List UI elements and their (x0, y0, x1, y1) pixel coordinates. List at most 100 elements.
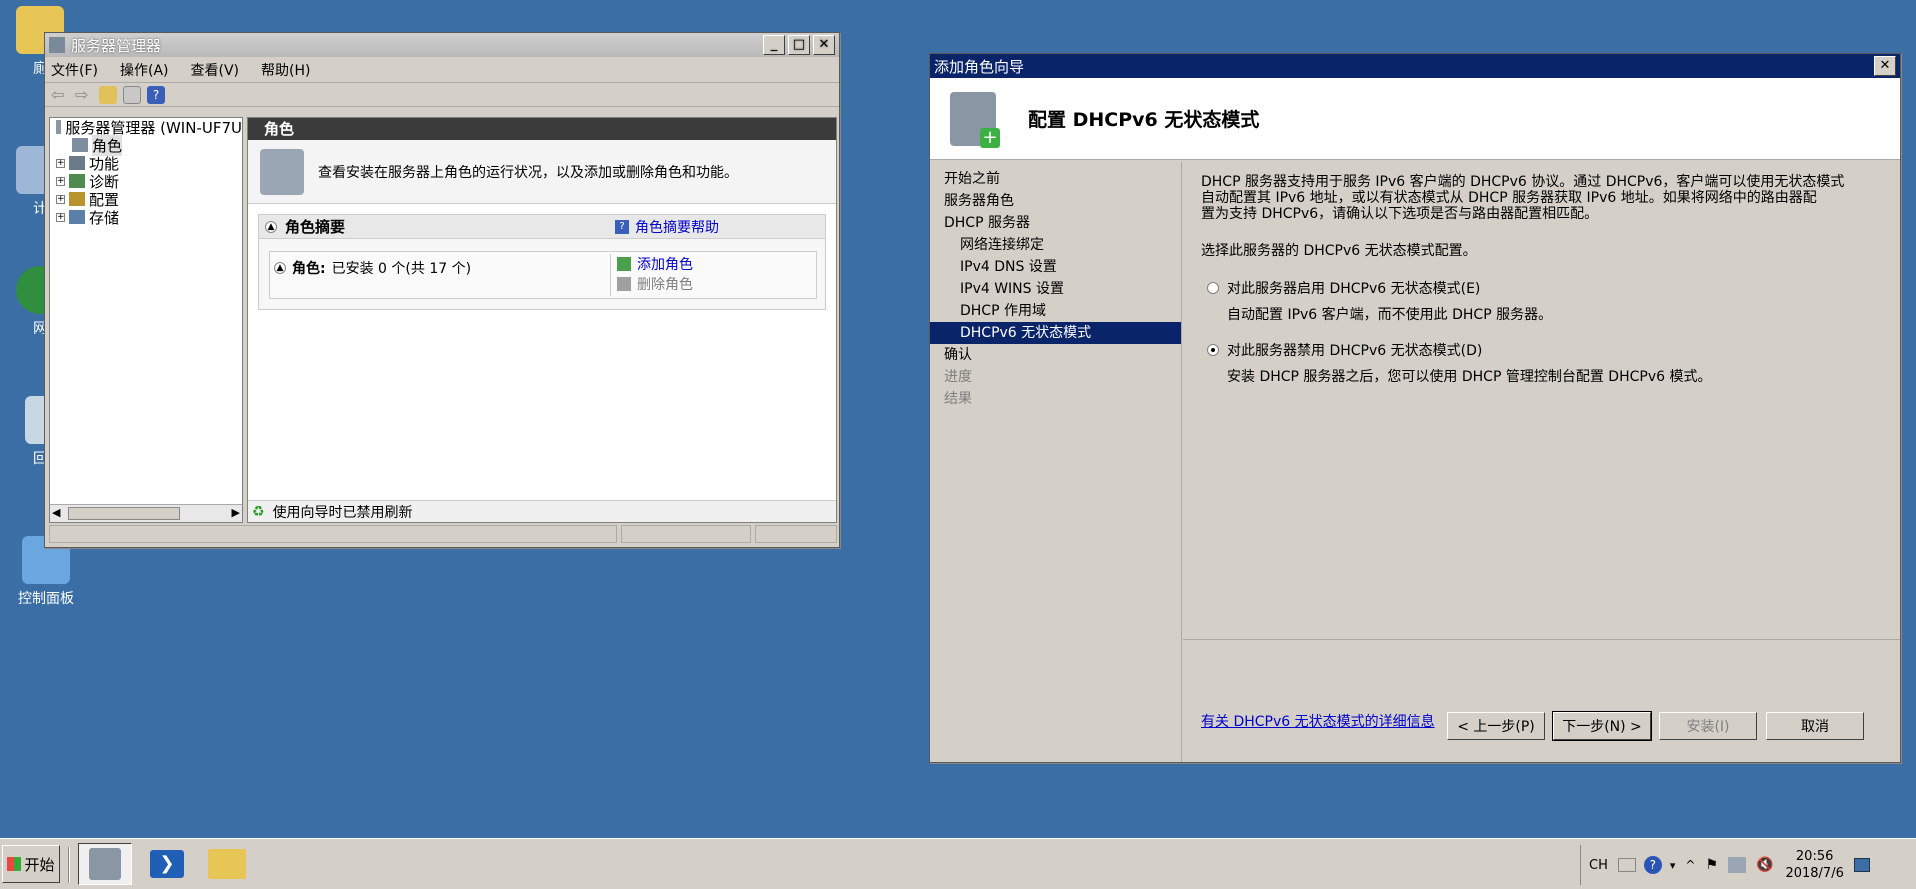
more-info-link[interactable]: 有关 DHCPv6 无状态模式的详细信息 (1201, 711, 1435, 731)
maximize-button[interactable]: □ (788, 35, 810, 55)
wizard-nav-label: DHCP 作用域 (960, 303, 1046, 319)
volume-icon[interactable]: 🔇 (1756, 857, 1773, 873)
refresh-icon: ♻ (252, 503, 265, 520)
wizard-header: + 配置 DHCPv6 无状态模式 (930, 78, 1900, 160)
close-button[interactable]: ✕ (1874, 56, 1896, 76)
tree-item-storage[interactable]: + 存储 (50, 208, 242, 227)
menu-help[interactable]: 帮助(H) (261, 60, 310, 80)
help-icon[interactable]: ? (1643, 856, 1662, 874)
back-icon[interactable]: ⇦ (51, 85, 69, 104)
wizard-nav-label: IPv4 DNS 设置 (960, 259, 1057, 275)
status-cell (49, 525, 617, 543)
scroll-right-icon[interactable]: ▶ (232, 506, 240, 519)
wizard-nav-item[interactable]: 服务器角色 (930, 190, 1181, 212)
tree-item-configuration[interactable]: + 配置 (50, 190, 242, 209)
wizard-nav-item[interactable]: DHCP 作用域 (930, 300, 1181, 322)
option-enable-row[interactable]: 对此服务器启用 DHCPv6 无状态模式(E) (1201, 278, 1882, 298)
tree-item-label: 存储 (89, 208, 120, 227)
expand-icon[interactable]: + (56, 176, 65, 186)
wizard-nav-item[interactable]: IPv4 WINS 设置 (930, 278, 1181, 300)
expand-icon[interactable]: + (56, 212, 65, 222)
wizard-nav-label: 开始之前 (944, 171, 1000, 187)
add-roles-link[interactable]: 添加角色 (637, 254, 693, 274)
forward-icon[interactable]: ⇨ (75, 85, 93, 104)
option-disable-label[interactable]: 对此服务器禁用 DHCPv6 无状态模式(D) (1227, 340, 1482, 360)
tree-item-roles[interactable]: 角色 (50, 134, 242, 156)
server-manager-icon (56, 120, 62, 134)
clock[interactable]: 20:56 2018/7/6 (1785, 848, 1843, 882)
server-manager-titlebar[interactable]: 服务器管理器 _ □ ✕ (45, 33, 839, 57)
collapse-icon[interactable]: ▲ (274, 262, 286, 274)
tree-item-features[interactable]: + 功能 (50, 154, 242, 173)
wizard-content: DHCP 服务器支持用于服务 IPv6 客户端的 DHCPv6 协议。通过 DH… (1183, 162, 1900, 730)
wizard-nav-label: IPv4 WINS 设置 (960, 281, 1064, 297)
taskbar-server-manager[interactable] (78, 843, 132, 885)
next-button[interactable]: 下一步(N) > (1552, 711, 1652, 741)
expand-icon[interactable]: + (56, 158, 65, 168)
powershell-icon: ❯ (150, 850, 184, 878)
menu-action[interactable]: 操作(A) (120, 60, 169, 80)
wizard-nav-item[interactable]: 网络连接绑定 (930, 234, 1181, 256)
show-hide-tree-icon[interactable] (123, 85, 141, 104)
help-icon: ? (615, 219, 629, 234)
minimize-button[interactable]: _ (763, 35, 785, 55)
wizard-nav-label: 服务器角色 (944, 193, 1014, 209)
up-folder-icon[interactable] (99, 85, 117, 104)
features-icon (69, 156, 85, 170)
panel-header: 角色 (248, 118, 836, 140)
close-button[interactable]: ✕ (813, 35, 835, 55)
storage-icon (69, 210, 85, 224)
help-icon[interactable]: ? (147, 85, 165, 104)
wizard-nav-item[interactable]: 确认 (930, 344, 1181, 366)
menu-file[interactable]: 文件(F) (51, 60, 98, 80)
status-cell (755, 525, 837, 543)
options-icon[interactable]: ▾ (1670, 859, 1676, 872)
panel-header-title: 角色 (264, 120, 295, 138)
menu-view[interactable]: 查看(V) (191, 60, 240, 80)
option-disable-radio[interactable] (1207, 344, 1219, 356)
roles-summary-help-link[interactable]: 角色摘要帮助 (635, 217, 719, 237)
start-button[interactable]: 开始 (2, 845, 60, 883)
tree-item-diagnostics[interactable]: + 诊断 (50, 172, 242, 191)
show-desktop-icon[interactable] (1853, 858, 1870, 872)
windows-logo-icon (7, 857, 22, 871)
expand-icon[interactable]: + (56, 194, 65, 204)
wizard-nav-item[interactable]: IPv4 DNS 设置 (930, 256, 1181, 278)
wizard-nav-item[interactable]: DHCPv6 无状态模式 (930, 322, 1181, 344)
flag-icon[interactable]: ⚑ (1705, 857, 1718, 873)
wizard-nav-item[interactable]: DHCP 服务器 (930, 212, 1181, 234)
option-enable-radio[interactable] (1207, 282, 1219, 294)
keyboard-icon[interactable] (1617, 858, 1636, 872)
navigation-tree: 服务器管理器 (WIN-UF7U 角色 + 功能 + 诊断 + 配置 + 存储 … (49, 117, 243, 523)
back-button[interactable]: < 上一步(P) (1447, 712, 1545, 740)
show-hidden-icons[interactable]: ^ (1685, 858, 1695, 872)
server-role-add-icon: + (950, 91, 1000, 148)
option-disable-row[interactable]: 对此服务器禁用 DHCPv6 无状态模式(D) (1201, 340, 1882, 360)
horizontal-scrollbar[interactable]: ◀ ▶ (50, 504, 242, 522)
add-roles-action[interactable]: 添加角色 (617, 254, 814, 274)
wizard-nav-item: 进度 (930, 366, 1181, 388)
remove-roles-icon (617, 277, 631, 291)
wizard-nav-label: 结果 (944, 391, 972, 407)
cancel-button[interactable]: 取消 (1766, 712, 1864, 740)
roles-actions: 添加角色 删除角色 (610, 254, 814, 296)
collapse-icon[interactable]: ▲ (265, 220, 277, 233)
taskbar-divider (68, 847, 70, 883)
scrollbar-thumb[interactable] (68, 507, 180, 520)
wizard-nav-item[interactable]: 开始之前 (930, 168, 1181, 190)
taskbar-powershell[interactable]: ❯ (140, 843, 194, 885)
wizard-titlebar[interactable]: 添加角色向导 ✕ (930, 54, 1900, 78)
server-manager-icon (49, 37, 65, 53)
intro-line: 自动配置其 IPv6 地址，或以有状态模式从 DHCP 服务器获取 IPv6 地… (1201, 190, 1817, 206)
language-indicator[interactable]: CH (1589, 858, 1608, 873)
window-status-bar (49, 525, 837, 543)
add-roles-icon (617, 257, 631, 271)
tree-root[interactable]: 服务器管理器 (WIN-UF7U (50, 118, 242, 137)
scroll-left-icon[interactable]: ◀ (52, 506, 60, 519)
taskbar-explorer[interactable] (200, 843, 254, 885)
status-cell (621, 525, 751, 543)
wizard-nav-label: 进度 (944, 369, 972, 385)
selection-prompt: 选择此服务器的 DHCPv6 无状态模式配置。 (1201, 243, 1477, 259)
network-icon[interactable] (1728, 857, 1747, 873)
option-enable-label[interactable]: 对此服务器启用 DHCPv6 无状态模式(E) (1227, 278, 1480, 298)
